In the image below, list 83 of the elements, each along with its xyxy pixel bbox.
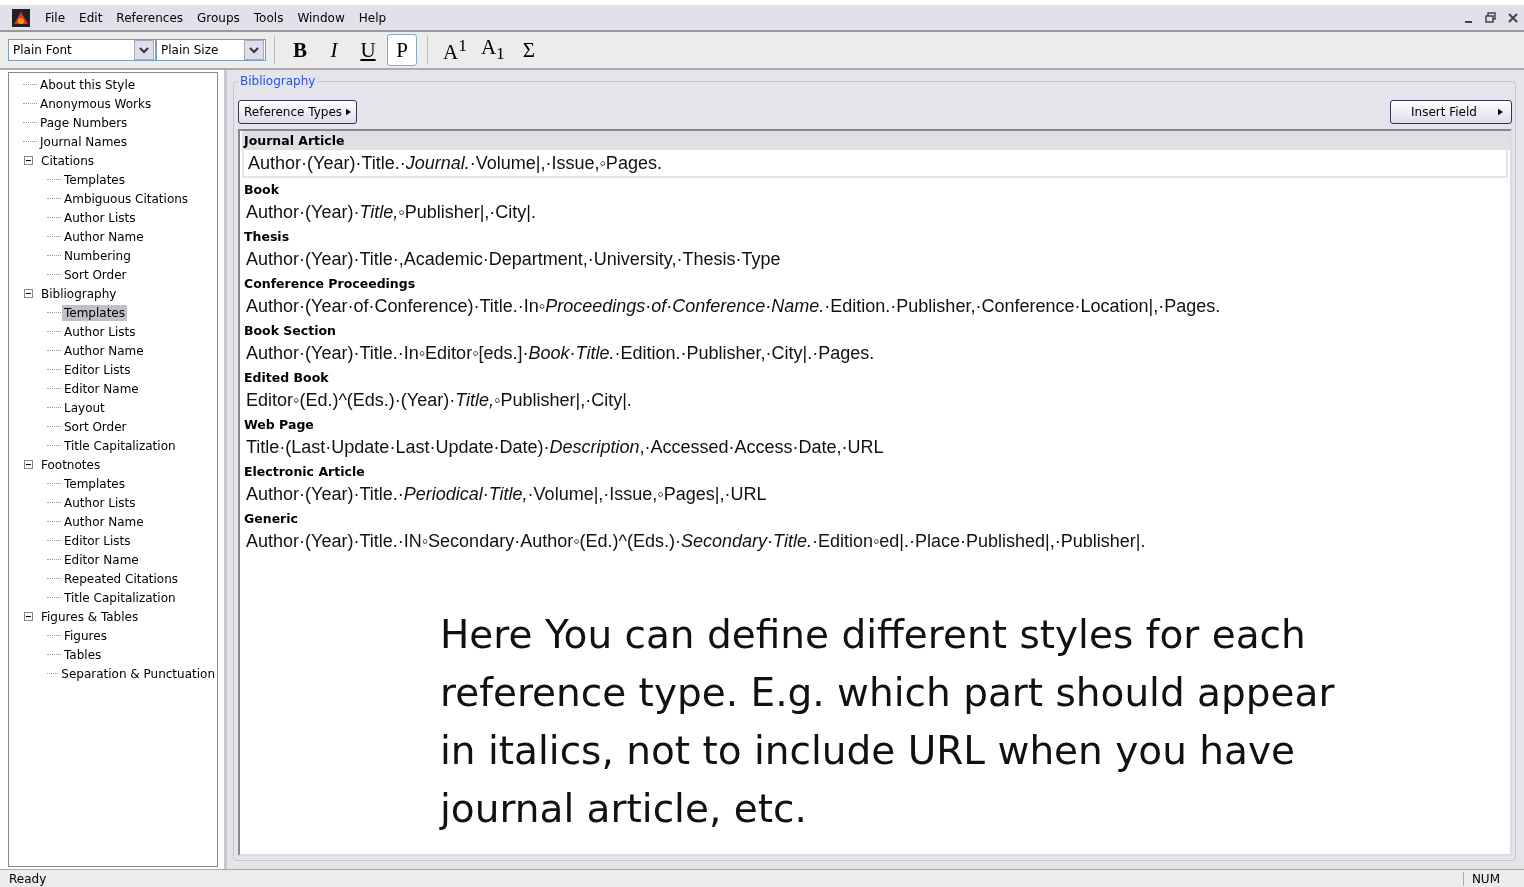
chevron-down-icon — [139, 45, 149, 55]
tree-item[interactable]: Author Name — [62, 228, 146, 245]
tree-item[interactable]: Separation & Punctuation — [59, 665, 217, 682]
font-dropdown[interactable]: Plain Font — [8, 39, 156, 61]
tree-item[interactable]: Author Name — [62, 513, 146, 530]
menu-item[interactable]: Help — [351, 10, 394, 25]
reference-type-heading: Edited Book — [243, 369, 330, 387]
tree-item[interactable]: Journal Names — [38, 133, 129, 150]
format-button[interactable]: I — [319, 34, 349, 66]
tree-item[interactable]: Templates — [62, 171, 127, 188]
tree-item[interactable]: About this Style — [38, 76, 138, 93]
tree-item[interactable]: Citations — [39, 152, 96, 169]
tree-item[interactable]: Figures — [62, 627, 109, 644]
template-line[interactable]: Author·(Year·of·Conference)·Title.·In◦Proceedings·of·Conference·Name.·Edition.·Publisher,·Conference·Location|,·Pages. — [242, 293, 1510, 319]
reference-type-heading: Thesis — [243, 228, 291, 246]
restore-icon[interactable] — [1485, 11, 1497, 24]
triangle-right-icon — [346, 108, 352, 116]
insert-field-button[interactable]: Insert Field — [1390, 100, 1512, 124]
reference-type-heading: Book — [243, 181, 281, 199]
tree-item[interactable]: Editor Lists — [62, 361, 133, 378]
tree-item[interactable]: Editor Name — [62, 551, 141, 568]
annotation-text: Here You can define different styles for each reference type. E.g. which part should appear in italics, not to include URL when you have journal article, etc. — [440, 611, 1336, 833]
reference-type-heading: Web Page — [243, 416, 315, 434]
tree-item[interactable]: Author Lists — [62, 494, 138, 511]
collapse-icon[interactable] — [24, 612, 33, 621]
template-line[interactable]: Author·(Year)·Title.·Journal.·Volume|,·Issue,◦Pages. — [242, 150, 1508, 178]
tree-item[interactable]: Sort Order — [62, 266, 129, 283]
format-button[interactable]: P — [387, 34, 417, 66]
tree-item[interactable]: Ambiguous Citations — [62, 190, 191, 207]
tree-item[interactable]: Editor Lists — [62, 532, 133, 549]
menu-item[interactable]: File — [38, 10, 73, 25]
tree-item[interactable]: Layout — [62, 399, 107, 416]
close-icon[interactable] — [1507, 11, 1519, 24]
tree-item[interactable]: Templates — [62, 475, 127, 492]
menu-item[interactable]: Groups — [190, 10, 247, 25]
tree-item[interactable]: Page Numbers — [38, 114, 130, 131]
menu-item[interactable]: Window — [290, 10, 352, 25]
tree-item[interactable]: Numbering — [62, 247, 133, 264]
tree-item[interactable]: Tables — [62, 646, 104, 663]
status-text: Ready — [9, 871, 47, 886]
reference-type-heading: Electronic Article — [243, 463, 366, 481]
num-lock-indicator: NUM — [1462, 871, 1524, 886]
tree-item[interactable]: Title Capitalization — [62, 437, 178, 454]
group-title: Bibliography — [238, 74, 318, 88]
tree-item[interactable]: Title Capitalization — [62, 589, 178, 606]
tree-item[interactable]: Author Name — [62, 342, 146, 359]
collapse-icon[interactable] — [24, 156, 33, 165]
menu-item[interactable]: Tools — [246, 10, 291, 25]
template-line[interactable]: Author·(Year)·Title.·IN◦Secondary·Author◦(Ed.)^(Eds.)·Secondary·Title.·Edition◦ed|.·Place·Published|,·Publisher|. — [242, 528, 1510, 554]
reference-types-button[interactable]: Reference Types — [238, 100, 358, 124]
reference-type-heading: Book Section — [243, 322, 337, 340]
collapse-icon[interactable] — [24, 289, 33, 298]
template-line[interactable]: Title·(Last·Update·Last·Update·Date)·Description,·Accessed·Access·Date,·URL — [242, 434, 1510, 460]
tree-item[interactable]: Templates — [62, 304, 127, 321]
reference-type-heading: Conference Proceedings — [243, 275, 417, 293]
template-line[interactable]: Author·(Year)·Title,◦Publisher|,·City|. — [242, 199, 1510, 225]
triangle-right-icon — [1498, 108, 1503, 116]
format-button[interactable]: U — [353, 34, 383, 66]
template-line[interactable]: Editor◦(Ed.)^(Eds.)·(Year)·Title,◦Publisher|,·City|. — [242, 387, 1510, 413]
format-button[interactable]: A$^{1}$ — [438, 34, 472, 66]
tree-item[interactable]: Sort Order — [62, 418, 129, 435]
tree-item[interactable]: Bibliography — [39, 285, 119, 302]
app-logo-icon — [12, 8, 30, 27]
format-button[interactable]: A$_{1}$ — [475, 34, 510, 66]
tree-item[interactable]: Author Lists — [62, 209, 138, 226]
template-line[interactable]: Author·(Year)·Title·,Academic·Department,·University,·Thesis·Type — [242, 246, 1510, 272]
format-button[interactable]: Σ — [513, 34, 544, 66]
template-line[interactable]: Author·(Year)·Title.·Periodical·Title,·Volume|,·Issue,◦Pages|,·URL — [242, 481, 1510, 507]
template-line[interactable]: Author·(Year)·Title.·In◦Editor◦[eds.]·Book·Title.·Edition.·Publisher,·City|.·Pages. — [242, 340, 1510, 366]
tree-item[interactable]: Editor Name — [62, 380, 141, 397]
tree-item[interactable]: Footnotes — [39, 456, 103, 473]
chevron-down-icon — [249, 45, 259, 55]
tree-item[interactable]: Author Lists — [62, 323, 138, 340]
tree-item[interactable]: Anonymous Works — [38, 95, 154, 112]
tree-item[interactable]: Repeated Citations — [62, 570, 181, 587]
format-button[interactable]: B — [285, 34, 315, 66]
reference-type-heading: Generic — [243, 510, 299, 528]
reference-type-heading: Journal Article — [242, 131, 1510, 150]
tree-item[interactable]: Figures & Tables — [39, 608, 141, 625]
collapse-icon[interactable] — [24, 460, 33, 469]
size-dropdown[interactable]: Plain Size — [156, 39, 266, 61]
menu-item[interactable]: Edit — [72, 10, 110, 25]
menu-item[interactable]: References — [109, 10, 191, 25]
